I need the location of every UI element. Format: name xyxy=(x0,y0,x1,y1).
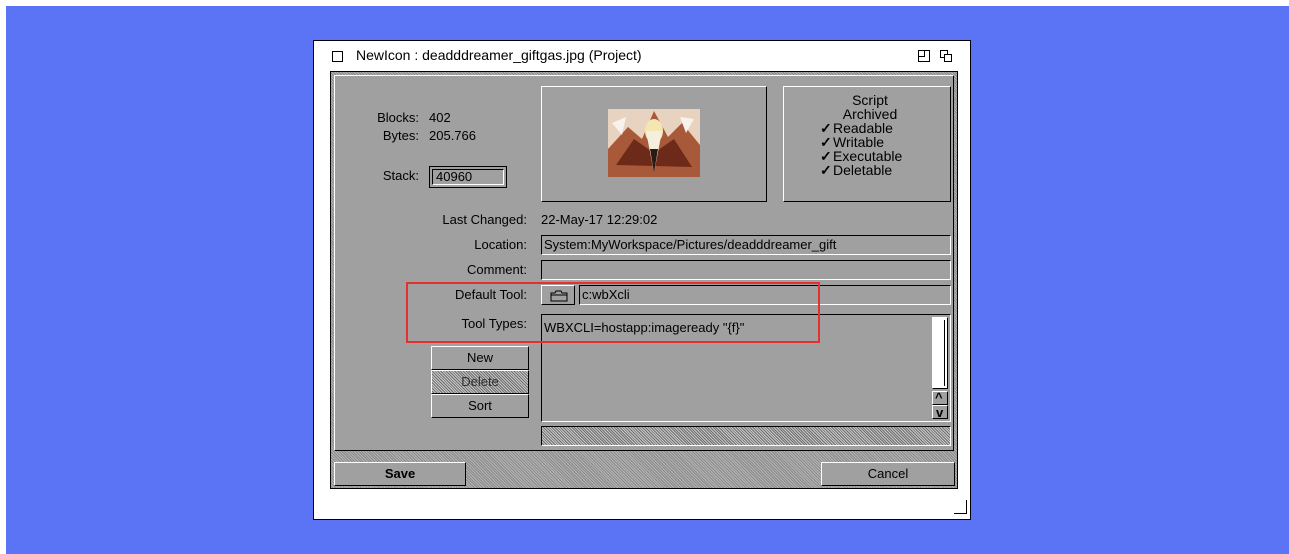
delete-tool-type-button[interactable]: Delete xyxy=(431,370,529,394)
window-title: NewIcon : deadddreamer_giftgas.jpg (Proj… xyxy=(356,47,642,63)
attr-script[interactable]: Script xyxy=(820,93,920,107)
bytes-value: 205.766 xyxy=(429,128,476,143)
save-button[interactable]: Save xyxy=(334,462,466,486)
resize-handle[interactable] xyxy=(954,500,967,514)
window-content: Blocks: 402 Bytes: 205.766 Stack: 40960 xyxy=(330,71,958,489)
blocks-label: Blocks: xyxy=(377,110,419,125)
icon-preview-frame[interactable] xyxy=(541,86,767,202)
tool-types-list[interactable]: WBXCLI=hostapp:imageready "{f}" ^ v xyxy=(541,314,951,422)
checkmark-icon: ✓ xyxy=(820,162,832,178)
image-preview-icon[interactable] xyxy=(608,109,700,177)
attr-executable[interactable]: ✓ Executable xyxy=(820,149,920,163)
default-tool-label: Default Tool: xyxy=(454,287,527,302)
comment-input[interactable] xyxy=(541,260,951,280)
location-field[interactable]: System:MyWorkspace/Pictures/deadddreamer… xyxy=(541,235,951,255)
stack-field[interactable]: 40960 xyxy=(429,166,507,188)
tool-type-item[interactable]: WBXCLI=hostapp:imageready "{f}" xyxy=(544,320,744,335)
select-tool-button[interactable] xyxy=(541,285,575,305)
new-tool-type-button[interactable]: New xyxy=(431,346,529,370)
blocks-value: 402 xyxy=(429,110,451,125)
stack-input[interactable]: 40960 xyxy=(432,169,504,185)
bytes-label: Bytes: xyxy=(382,128,419,143)
last-changed-value: 22-May-17 12:29:02 xyxy=(541,212,658,227)
tool-types-label: Tool Types: xyxy=(461,316,527,331)
last-changed-label: Last Changed: xyxy=(442,212,527,227)
checkmark-icon: ✓ xyxy=(820,134,832,150)
location-label: Location: xyxy=(474,237,527,252)
checkmark-icon: ✓ xyxy=(820,148,832,164)
default-tool-value: c:wbXcli xyxy=(582,287,630,302)
attributes-frame: Script Archived ✓ Readable ✓ Writable ✓ Exe… xyxy=(783,86,951,202)
zoom-icon[interactable] xyxy=(918,50,930,62)
scrollbar[interactable] xyxy=(932,317,948,389)
depth-icon[interactable] xyxy=(940,50,952,62)
default-tool-input[interactable]: c:wbXcli xyxy=(579,285,951,305)
folder-icon xyxy=(550,290,568,302)
location-value: System:MyWorkspace/Pictures/deadddreamer… xyxy=(544,237,837,252)
scroll-down-button[interactable]: v xyxy=(932,405,948,420)
scroll-thumb[interactable] xyxy=(935,320,945,386)
arrow-up-icon: ^ xyxy=(935,390,943,405)
stack-label: Stack: xyxy=(382,168,419,183)
close-icon[interactable] xyxy=(332,51,343,62)
checkmark-icon: ✓ xyxy=(820,120,832,136)
scroll-up-button[interactable]: ^ xyxy=(932,390,948,405)
tool-type-edit-field[interactable] xyxy=(541,426,951,446)
cancel-button[interactable]: Cancel xyxy=(821,462,955,486)
info-panel: Blocks: 402 Bytes: 205.766 Stack: 40960 xyxy=(334,75,954,451)
title-bar[interactable]: NewIcon : deadddreamer_giftgas.jpg (Proj… xyxy=(314,41,970,71)
sort-tool-types-button[interactable]: Sort xyxy=(431,394,529,418)
attr-readable[interactable]: ✓ Readable xyxy=(820,121,920,135)
arrow-down-icon: v xyxy=(936,405,944,420)
attr-archived[interactable]: Archived xyxy=(820,107,920,121)
icon-info-window: NewIcon : deadddreamer_giftgas.jpg (Proj… xyxy=(313,40,971,520)
comment-label: Comment: xyxy=(467,262,527,277)
attr-writable[interactable]: ✓ Writable xyxy=(820,135,920,149)
attr-deletable[interactable]: ✓ Deletable xyxy=(820,163,920,177)
